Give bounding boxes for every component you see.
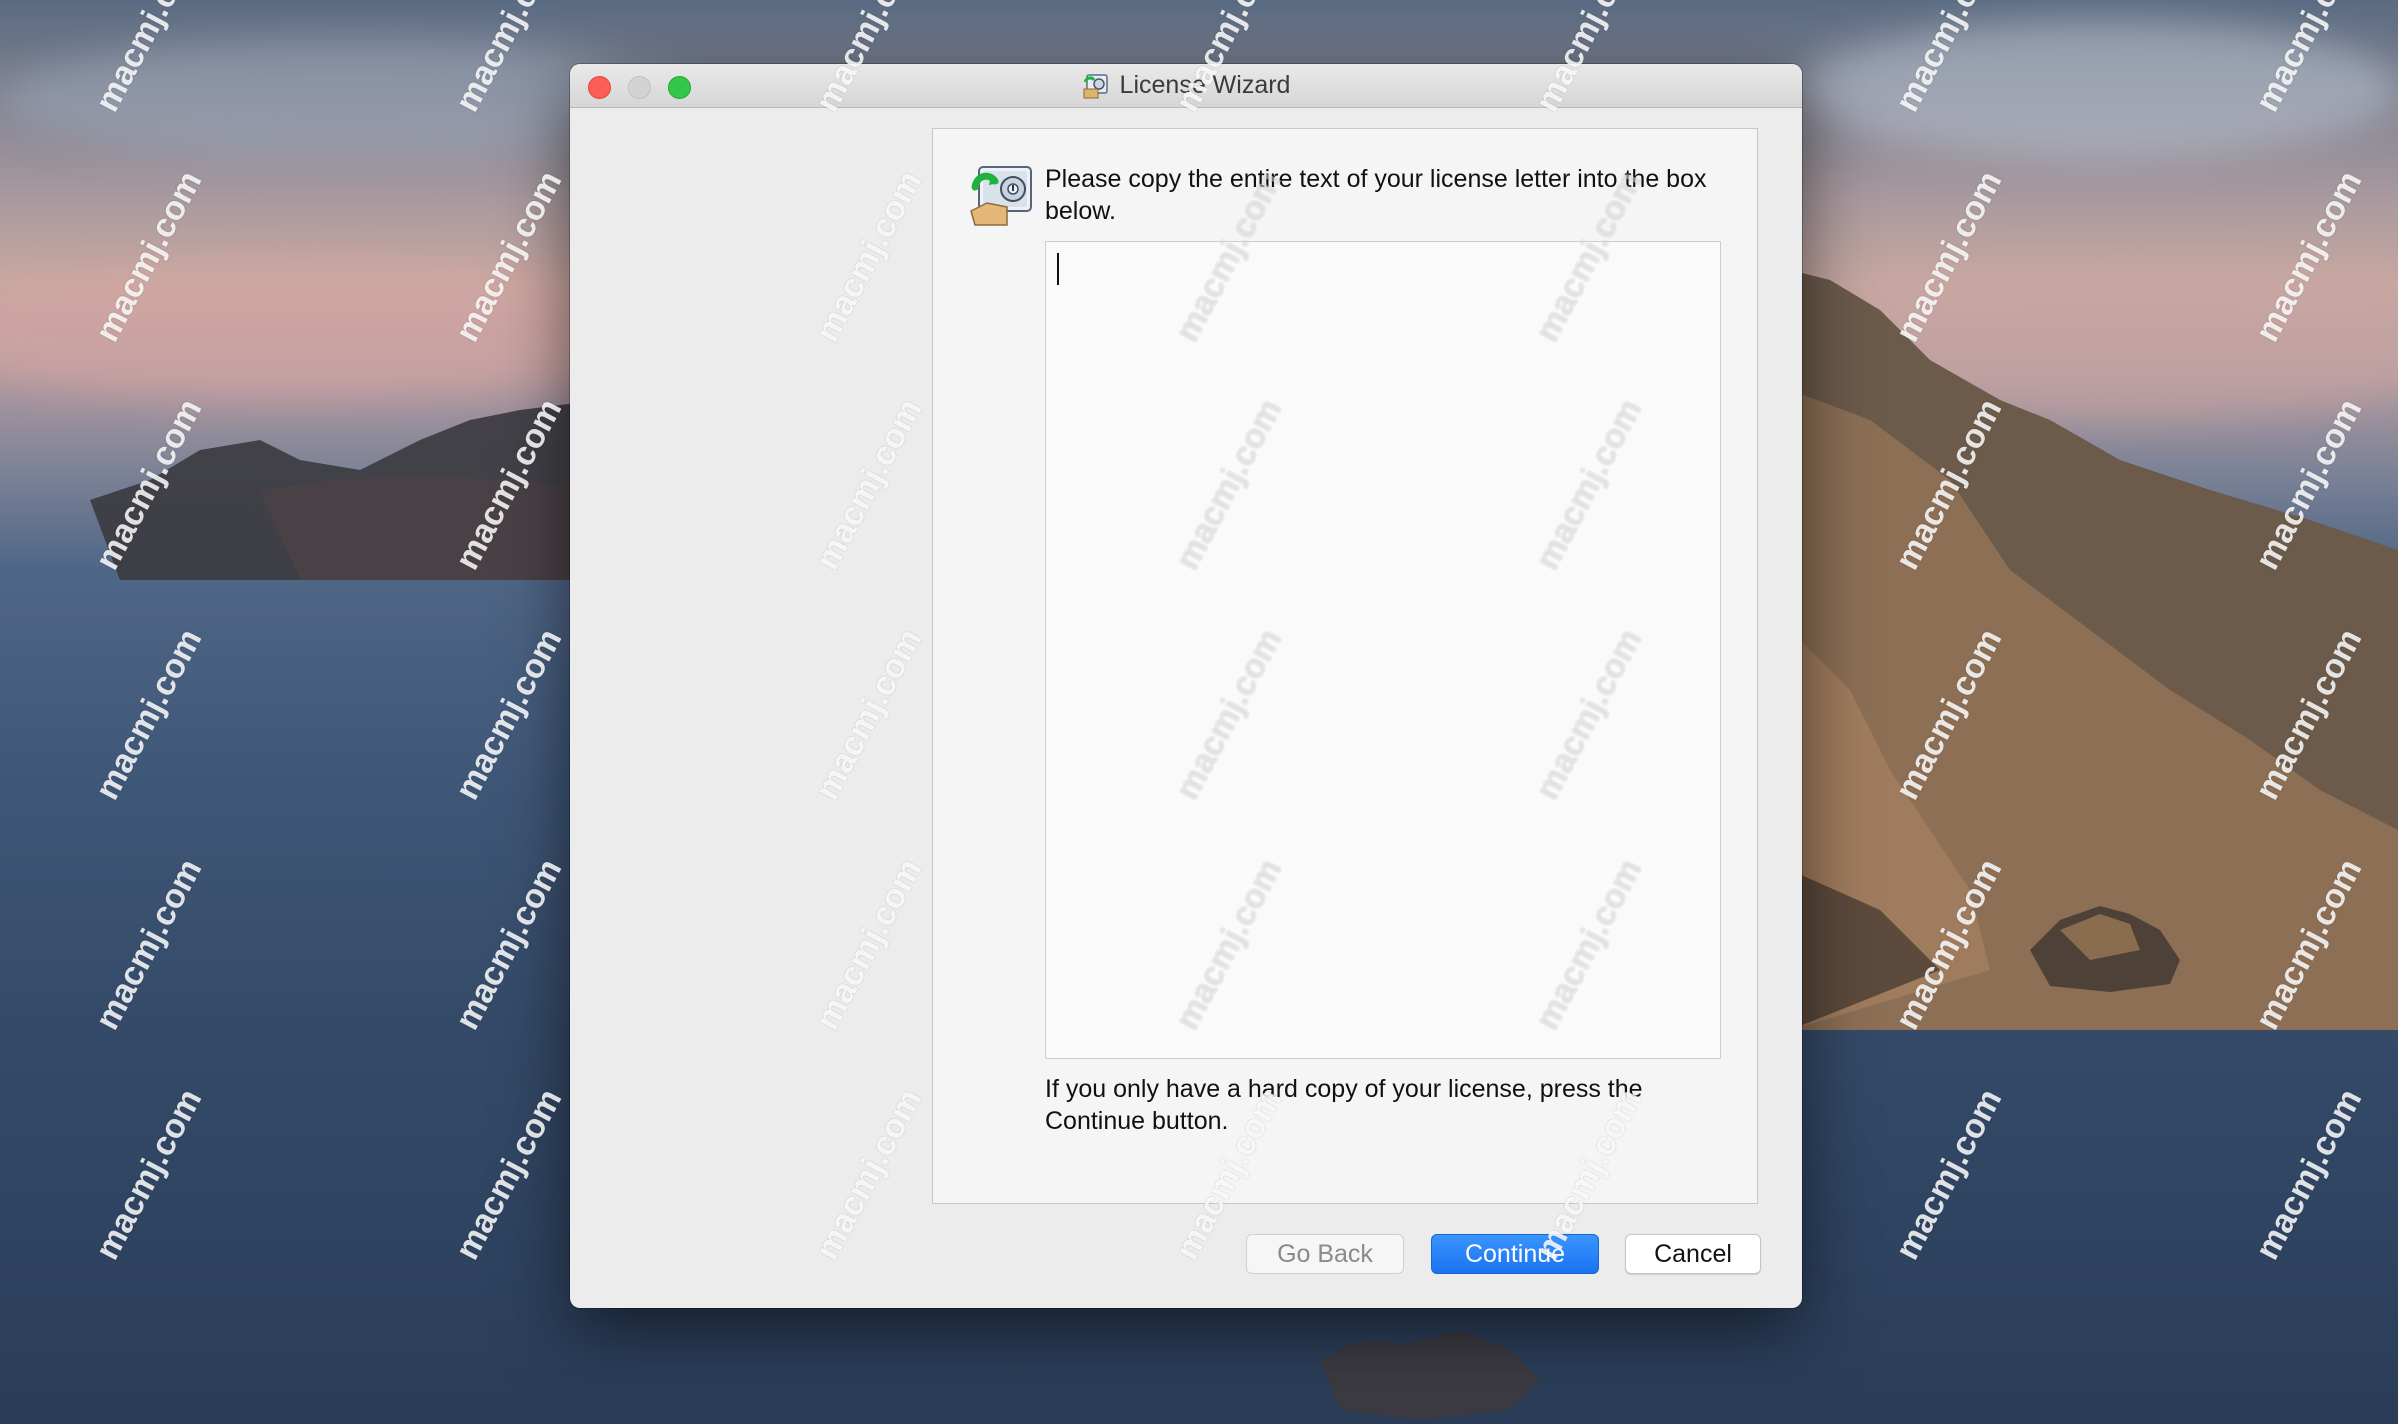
left-headland <box>90 400 600 580</box>
text-cursor <box>1057 253 1059 285</box>
window-title-group: License Wizard <box>570 64 1802 107</box>
cancel-button[interactable]: Cancel <box>1625 1234 1761 1274</box>
go-back-button[interactable]: Go Back <box>1246 1234 1404 1274</box>
wizard-content-panel: Please copy the entire text of your lice… <box>932 128 1758 1204</box>
rock-island <box>2030 906 2180 992</box>
continue-button[interactable]: Continue <box>1431 1234 1599 1274</box>
license-wizard-icon <box>1083 73 1108 98</box>
window-title: License Wizard <box>1119 71 1291 99</box>
license-key-icon <box>970 166 1032 226</box>
hard-copy-note: If you only have a hard copy of your lic… <box>1045 1075 1643 1135</box>
license-wizard-window: License Wizard Please copy the entire te… <box>570 64 1802 1308</box>
bottom-rocks <box>1320 1330 1540 1420</box>
sky-cloud <box>1800 20 2398 160</box>
instruction-text: Please copy the entire text of your lice… <box>1045 165 1707 225</box>
license-text-input[interactable] <box>1045 241 1721 1059</box>
title-bar[interactable]: License Wizard <box>570 64 1802 108</box>
